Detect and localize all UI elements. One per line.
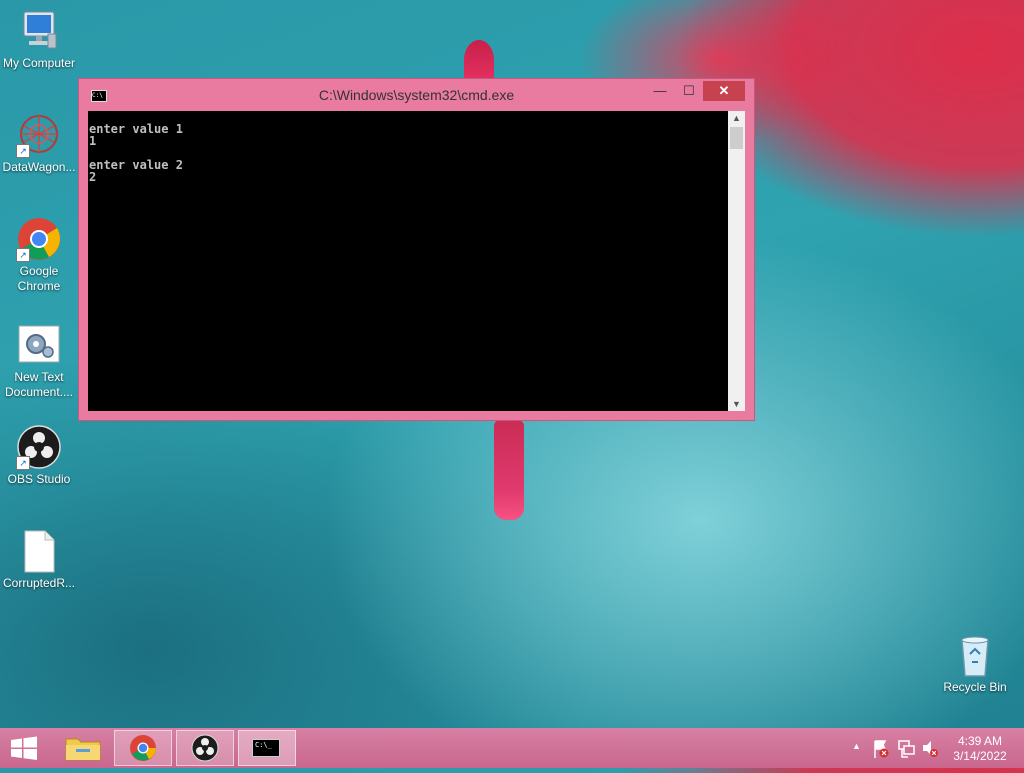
- desktop-icon-google-chrome[interactable]: ↗ Google Chrome: [0, 216, 78, 294]
- desktop-icon-corrupted-file[interactable]: CorruptedR...: [0, 528, 78, 591]
- chrome-icon: ↗: [16, 216, 62, 262]
- desktop-icon-obs-studio[interactable]: ↗ OBS Studio: [0, 424, 78, 487]
- desktop-icon-datawagon[interactable]: ↗ DataWagon...: [0, 112, 78, 175]
- taskbar-obs-studio[interactable]: [176, 730, 234, 766]
- start-button[interactable]: [0, 728, 48, 768]
- scroll-up-arrow-icon[interactable]: ▲: [728, 111, 745, 125]
- chevron-up-icon: ▲: [852, 741, 861, 751]
- desktop-icon-my-computer[interactable]: My Computer: [0, 8, 78, 71]
- obs-icon: [191, 734, 219, 762]
- recycle-bin-icon: [952, 632, 998, 678]
- shortcut-arrow-icon: ↗: [16, 456, 30, 470]
- cmd-window[interactable]: C:\ C:\Windows\system32\cmd.exe — ☐ ✕ en…: [78, 78, 755, 421]
- taskbar-google-chrome[interactable]: [114, 730, 172, 766]
- tray-volume[interactable]: [920, 728, 940, 768]
- network-icon: [898, 740, 915, 758]
- tray-action-center[interactable]: [872, 728, 890, 768]
- desktop-icon-label: New Text Document....: [4, 370, 74, 399]
- wallpaper-flower-bud: [464, 40, 494, 80]
- desktop-icon-label: DataWagon...: [2, 160, 76, 174]
- desktop-icon-label: Recycle Bin: [943, 680, 1007, 694]
- cmd-titlebar[interactable]: C:\ C:\Windows\system32\cmd.exe — ☐ ✕: [79, 79, 754, 110]
- clock-time: 4:39 AM: [957, 734, 1003, 748]
- desktop-icon-label: Google Chrome: [17, 264, 61, 293]
- minimize-button[interactable]: —: [646, 81, 674, 101]
- shortcut-arrow-icon: ↗: [16, 248, 30, 262]
- desktop-icon-label: My Computer: [2, 56, 76, 70]
- console-output[interactable]: enter value 1 1 enter value 2 2: [88, 111, 728, 411]
- cmd-icon-text: C:\_: [255, 741, 272, 749]
- taskbar-clock[interactable]: 4:39 AM 3/14/2022: [944, 734, 1016, 764]
- scroll-down-arrow-icon[interactable]: ▼: [728, 397, 745, 411]
- chrome-icon: [130, 735, 156, 761]
- taskbar-file-explorer[interactable]: [54, 730, 112, 766]
- obs-icon: ↗: [16, 424, 62, 470]
- close-button[interactable]: ✕: [703, 81, 745, 101]
- windows-logo-icon: [11, 736, 37, 760]
- console-scrollbar[interactable]: ▲ ▼: [728, 111, 745, 411]
- maximize-button[interactable]: ☐: [675, 81, 703, 101]
- wallpaper-flower-stem: [494, 420, 524, 520]
- volume-muted-icon: [923, 741, 938, 757]
- blank-file-icon: [16, 528, 62, 574]
- network-graph-icon: ↗: [16, 112, 62, 158]
- scrollbar-thumb[interactable]: [730, 127, 743, 149]
- cmd-icon: C:\_: [252, 739, 280, 757]
- desktop-icon-new-text-document[interactable]: New Text Document....: [0, 322, 78, 400]
- taskbar-command-prompt[interactable]: C:\_: [238, 730, 296, 766]
- tray-network[interactable]: [896, 728, 916, 768]
- clock-date: 3/14/2022: [953, 749, 1007, 763]
- desktop-icon-label: CorruptedR...: [2, 576, 76, 590]
- taskbar: C:\_ ▲ 4:39 AM 3/14/2022: [0, 728, 1024, 768]
- desktop-icon-label: OBS Studio: [7, 472, 71, 486]
- desktop-icon-recycle-bin[interactable]: Recycle Bin: [936, 632, 1014, 695]
- flag-error-icon: [874, 740, 889, 758]
- shortcut-arrow-icon: ↗: [16, 144, 30, 158]
- text-document-gear-icon: [16, 322, 62, 368]
- folder-icon: [65, 738, 101, 761]
- computer-icon: [16, 8, 62, 54]
